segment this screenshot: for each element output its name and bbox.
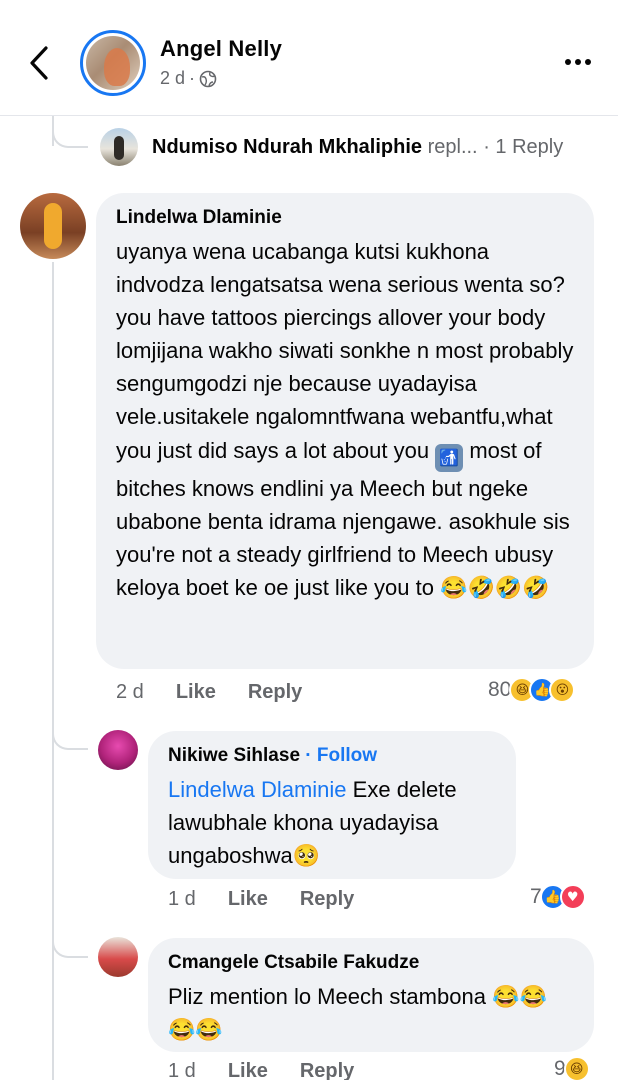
reply-button[interactable]: Reply [300, 1060, 354, 1080]
comment-avatar[interactable] [20, 193, 86, 259]
haha-reaction-icon: 😆 [563, 1056, 590, 1080]
comment-actions: 1 d Like Reply [168, 1060, 386, 1080]
comment-actions: 1 d Like Reply [168, 888, 386, 911]
comment-text: uyanya wena ucabanga kutsi kukhona indvo… [116, 239, 574, 600]
comment-author-row: Nikiwe Sihlase · Follow [168, 745, 496, 767]
reply-action: repl... [427, 136, 478, 158]
reply-button[interactable]: Reply [248, 681, 302, 704]
follow-button[interactable]: Follow [317, 745, 377, 766]
follow-separator: · [305, 745, 312, 766]
comment-bubble: Nikiwe Sihlase · Follow Lindelwa Dlamini… [148, 731, 516, 879]
back-button[interactable] [24, 40, 54, 86]
comment-avatar[interactable] [98, 937, 138, 977]
comment-bubble: Lindelwa Dlaminie uyanya wena ucabanga k… [96, 193, 594, 669]
mention-link[interactable]: Lindelwa Dlaminie [168, 777, 347, 802]
comment-text: Pliz mention lo Meech stambona 😂😂😂😂 [168, 984, 547, 1042]
comment-bubble: Cmangele Ctsabile Fakudze Pliz mention l… [148, 938, 594, 1052]
reaction-summary[interactable]: 9 😆 [554, 1056, 590, 1080]
post-time: 2 d [160, 68, 186, 88]
laughing-emojis: 😂🤣🤣🤣 [440, 574, 550, 600]
comment-author[interactable]: Cmangele Ctsabile Fakudze [168, 952, 574, 974]
author-avatar[interactable] [80, 30, 146, 96]
litter-bin-emoji: 🚮 [435, 443, 464, 472]
thread-connector [52, 116, 88, 148]
reply-button[interactable]: Reply [300, 888, 354, 911]
like-button[interactable]: Like [176, 681, 216, 704]
comment-avatar[interactable] [98, 730, 138, 770]
thread-connector [52, 924, 88, 958]
author-name[interactable]: Angel Nelly [160, 36, 282, 62]
reply-author: Ndumiso Ndurah Mkhaliphie [152, 136, 423, 158]
like-button[interactable]: Like [228, 888, 268, 911]
comment-actions: 2 d Like Reply [116, 681, 334, 704]
comment-author[interactable]: Lindelwa Dlaminie [116, 207, 574, 229]
pleading-emoji: 🥺 [292, 843, 321, 868]
collapsed-reply-link[interactable]: Ndumiso Ndurah Mkhaliphie repl... · 1 Re… [152, 136, 563, 159]
comment-text: Lindelwa Dlaminie Exe delete lawubhale k… [168, 777, 457, 868]
more-options-button[interactable] [560, 50, 596, 74]
reaction-summary[interactable]: 80 😆 👍 😮 [488, 677, 576, 703]
thread-line [52, 262, 54, 1080]
wow-reaction-icon: 😮 [549, 677, 576, 703]
reply-count: · 1 Reply [483, 136, 564, 158]
reply-avatar[interactable] [100, 128, 138, 166]
love-reaction-icon: ♥ [559, 884, 586, 910]
globe-icon [199, 70, 217, 87]
post-meta: 2 d · [160, 68, 217, 89]
chevron-left-icon [30, 46, 48, 80]
comment-author[interactable]: Nikiwe Sihlase [168, 745, 300, 766]
comment-time: 1 d [168, 888, 196, 910]
thread-connector [52, 716, 88, 750]
meta-separator: · [189, 68, 196, 88]
like-button[interactable]: Like [228, 1060, 268, 1080]
comment-time: 2 d [116, 681, 144, 703]
reaction-count: 80 [488, 678, 512, 701]
post-header: Angel Nelly 2 d · [0, 0, 618, 116]
comment-time: 1 d [168, 1060, 196, 1080]
reaction-summary[interactable]: 7 👍 ♥ [530, 884, 586, 910]
